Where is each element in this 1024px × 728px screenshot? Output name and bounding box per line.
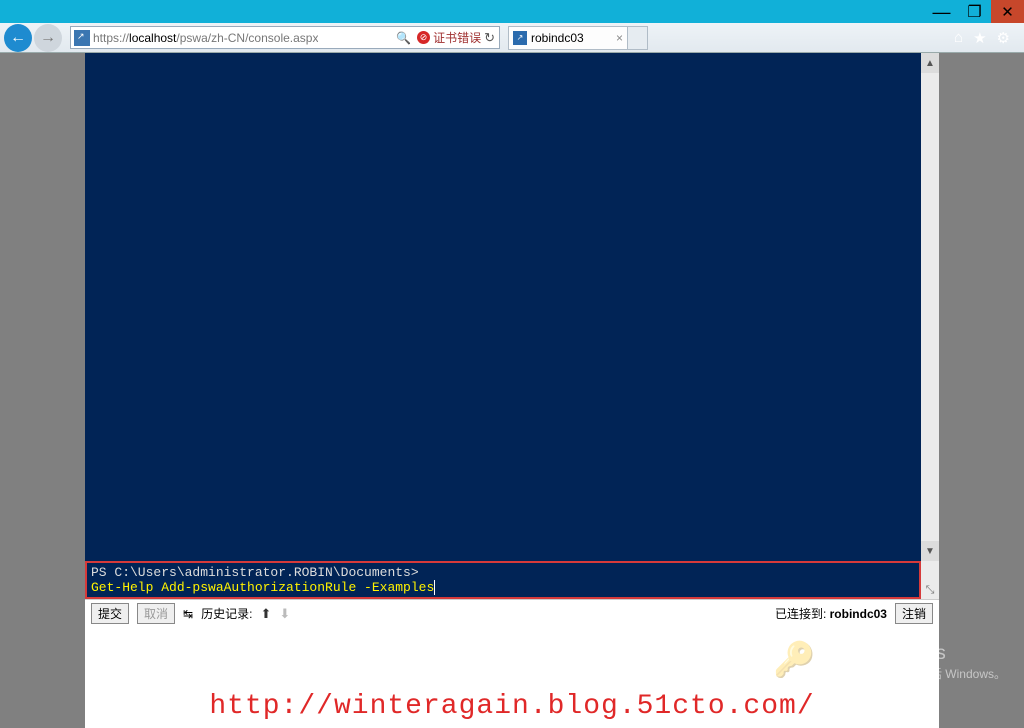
history-down-button[interactable]: ⬇ [279, 606, 290, 622]
url-scheme: https:// [93, 31, 129, 45]
arrow-right-icon: → [40, 29, 56, 47]
powershell-command-input[interactable]: Get-Help Add-pswaAuthorizationRule -Exam… [91, 580, 915, 595]
submit-button[interactable]: 提交 [91, 603, 129, 624]
arrow-left-icon: ← [10, 29, 26, 47]
scroll-down-button[interactable]: ▼ [921, 541, 939, 561]
home-icon[interactable]: ⌂ [954, 29, 963, 47]
browser-tools: ⌂ ★ ⚙ [954, 29, 1020, 47]
window-close-button[interactable]: ✕ [991, 0, 1024, 23]
powershell-input-wrap: PS C:\Users\administrator.ROBIN\Document… [85, 561, 939, 599]
browser-tab[interactable]: ↗ robindc03 × [508, 26, 628, 50]
pswa-app: ▲ ▼ PS C:\Users\administrator.ROBIN\Docu… [85, 53, 939, 728]
site-icon [74, 30, 90, 46]
favorites-icon[interactable]: ★ [973, 29, 986, 47]
tab-favicon: ↗ [513, 31, 527, 45]
window-minimize-button[interactable]: — [925, 0, 958, 23]
powershell-output-pane[interactable]: ▲ ▼ [85, 53, 939, 561]
new-tab-button[interactable] [628, 26, 648, 50]
pswa-toolbar: 提交 取消 ↹ 历史记录: ⬆ ⬇ 已连接到: robindc03 注销 [85, 599, 939, 627]
history-up-button[interactable]: ⬆ [260, 606, 271, 622]
url-path: /pswa/zh-CN/console.aspx [176, 31, 318, 45]
cert-error-label[interactable]: 证书错误 [433, 29, 481, 46]
tab-strip: ↗ robindc03 × [508, 26, 648, 50]
resize-handle[interactable]: ⤡ [921, 561, 939, 599]
close-icon: ✕ [1001, 3, 1014, 21]
url-host: localhost [129, 31, 176, 45]
scroll-up-button[interactable]: ▲ [921, 53, 939, 73]
connection-status: 已连接到: robindc03 [775, 605, 887, 622]
powershell-input-area[interactable]: PS C:\Users\administrator.ROBIN\Document… [85, 561, 921, 599]
browser-viewport: ▲ ▼ PS C:\Users\administrator.ROBIN\Docu… [0, 53, 1024, 728]
tab-close-button[interactable]: × [616, 31, 623, 45]
window-titlebar: — ❐ ✕ [0, 0, 1024, 23]
history-label: 历史记录: [201, 605, 252, 622]
cancel-button[interactable]: 取消 [137, 603, 175, 624]
address-bar[interactable]: https://localhost/pswa/zh-CN/console.asp… [70, 26, 500, 49]
cert-error-icon: ⊘ [417, 31, 430, 44]
window-maximize-button[interactable]: ❐ [958, 0, 991, 23]
logout-button[interactable]: 注销 [895, 603, 933, 624]
maximize-icon: ❐ [967, 2, 981, 22]
refresh-button[interactable]: ↻ [484, 30, 495, 46]
search-icon[interactable]: 🔍 [396, 31, 410, 45]
tab-completion-icon[interactable]: ↹ [183, 607, 193, 621]
nav-forward-button[interactable]: → [34, 24, 62, 52]
address-text: https://localhost/pswa/zh-CN/console.asp… [93, 31, 318, 45]
browser-toolbar: ← → https://localhost/pswa/zh-CN/console… [0, 23, 1024, 53]
nav-back-button[interactable]: ← [4, 24, 32, 52]
settings-gear-icon[interactable]: ⚙ [997, 29, 1010, 47]
tab-title: robindc03 [531, 31, 584, 45]
powershell-prompt: PS C:\Users\administrator.ROBIN\Document… [91, 565, 915, 580]
